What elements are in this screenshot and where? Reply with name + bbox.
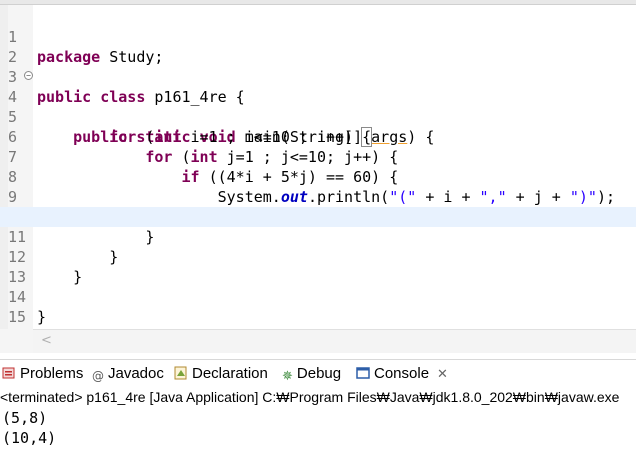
code-line-7: 7 if ((4*i + 5*j) == 60) { bbox=[0, 127, 636, 186]
tab-debug[interactable]: ✵ Debug bbox=[282, 364, 341, 386]
tab-label: Javadoc bbox=[108, 365, 164, 382]
code-line-14: 14 } bbox=[0, 267, 636, 326]
tab-problems[interactable]: Problems bbox=[2, 364, 83, 386]
tab-label: Console bbox=[374, 365, 430, 382]
tab-javadoc[interactable]: @ Javadoc bbox=[92, 364, 164, 386]
scroll-left-icon[interactable]: < bbox=[41, 333, 52, 348]
gutter-footer bbox=[0, 329, 33, 353]
console-output-line: (5,8) bbox=[2, 409, 48, 427]
bug-icon: ✵ bbox=[282, 369, 293, 384]
code-text: } bbox=[37, 308, 47, 326]
console-output-line: (10,4) bbox=[2, 429, 57, 447]
tab-console[interactable]: Console ✕ bbox=[356, 364, 448, 386]
code-line-6: 6 for (int j=1 ; j<=10; j++) { bbox=[0, 107, 636, 166]
code-editor[interactable]: 1 package Study; 2 3 public class p161_4… bbox=[0, 5, 636, 329]
code-line-1: 1 package Study; bbox=[0, 7, 636, 66]
code-line-12: 12 } bbox=[0, 227, 636, 286]
at-icon: @ bbox=[92, 369, 104, 383]
code-line-2: 2 bbox=[0, 27, 636, 66]
declaration-icon bbox=[174, 366, 187, 380]
tab-label: Problems bbox=[20, 365, 84, 382]
problems-icon bbox=[2, 367, 15, 379]
bottom-panel-tabs: Problems @ Javadoc Declaration ✵ Debug Con… bbox=[0, 359, 636, 387]
code-line-8: 8 System.out.println("(" + i + "," + j +… bbox=[0, 147, 636, 206]
code-line-5: 5 for (int i=1 ; i<=10 ; i++) { bbox=[0, 87, 636, 147]
console-process-status: <terminated> p161_4re [Java Application]… bbox=[0, 387, 636, 408]
console-icon bbox=[356, 367, 370, 379]
close-icon[interactable]: ✕ bbox=[437, 366, 448, 381]
tab-declaration[interactable]: Declaration bbox=[174, 364, 268, 386]
code-line-10: 10 } bbox=[0, 187, 636, 246]
code-line-9: 9 } bbox=[0, 167, 636, 226]
code-line-15: 15 bbox=[0, 287, 636, 326]
tab-label: Debug bbox=[296, 365, 342, 382]
code-line-13: 13 bbox=[0, 247, 636, 286]
code-line-11-current: 11 } bbox=[0, 207, 636, 266]
horizontal-scrollbar[interactable]: < bbox=[33, 329, 636, 353]
tab-label: Declaration bbox=[192, 365, 268, 382]
fold-collapse-icon[interactable]: − bbox=[24, 71, 33, 80]
code-line-3: 3 public class p161_4re { bbox=[0, 47, 636, 106]
code-line-4: 4 − public static void main(String[] arg… bbox=[0, 67, 636, 146]
line-number: 15 bbox=[8, 308, 27, 326]
console-output[interactable]: (5,8) (10,4) bbox=[0, 408, 636, 456]
